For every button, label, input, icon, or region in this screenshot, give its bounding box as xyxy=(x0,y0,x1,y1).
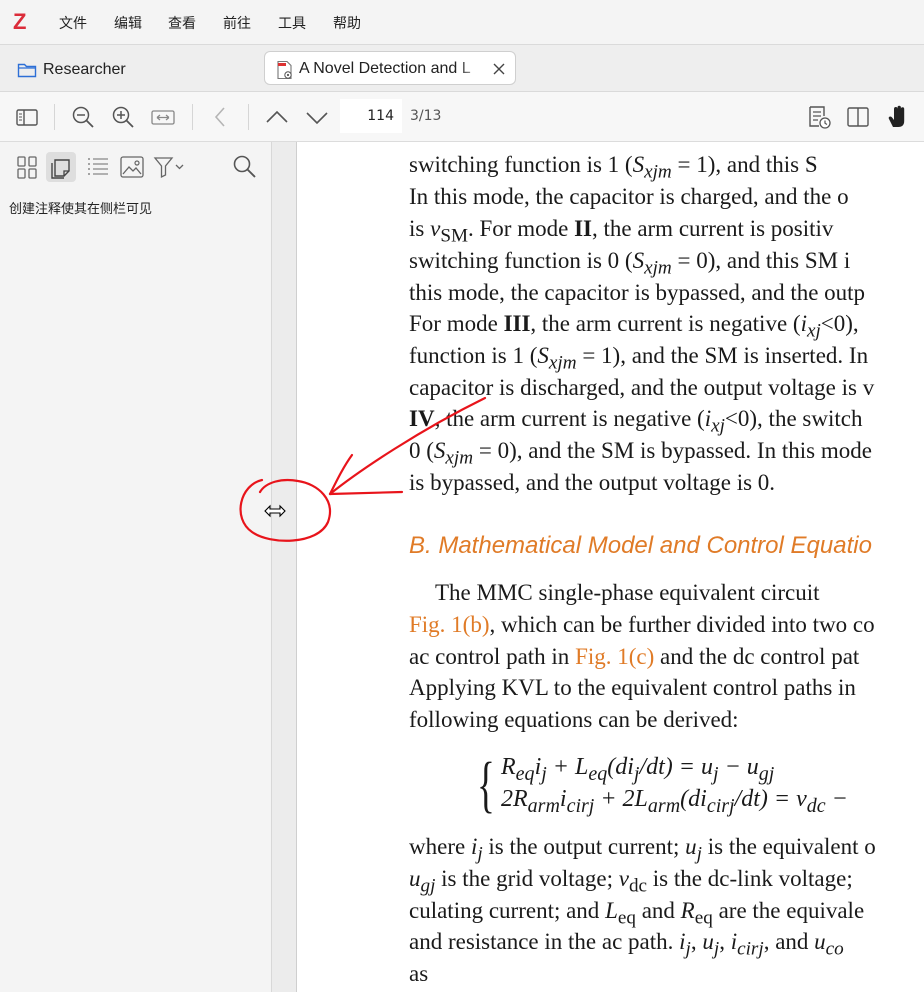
reader-toolbar: 3/13 xyxy=(0,92,924,142)
equation-line: 2Rarmicirj + 2Larm(dicirj/dt) = vdc − xyxy=(501,786,848,817)
zotero-logo: Z xyxy=(13,9,27,34)
tab-document[interactable]: A Novel Detection and L xyxy=(264,51,516,85)
previous-page-icon[interactable] xyxy=(264,104,290,130)
annotations-sidebar: 创建注释使其在侧栏可见 xyxy=(0,142,272,992)
close-icon[interactable] xyxy=(493,63,505,75)
figure-link[interactable]: Fig. 1(c) xyxy=(575,644,654,669)
resize-cursor-icon xyxy=(264,504,286,518)
tab-bar: Researcher A Novel Detection and L xyxy=(0,44,924,92)
pdf-page-view[interactable]: switching function is 1 (Sxjm = 1), and … xyxy=(297,142,924,992)
outline-icon[interactable] xyxy=(83,152,113,182)
text-line: as xyxy=(409,961,429,986)
text-line: following equations can be derived: xyxy=(409,707,739,732)
text-line: ugj is the grid voltage; vdc is the dc-l… xyxy=(409,866,853,897)
reading-history-icon[interactable] xyxy=(806,104,832,130)
tab-library[interactable]: Researcher xyxy=(17,59,126,81)
text-line: culating current; and Leq and Req are th… xyxy=(409,898,865,929)
menu-bar: Z 文件 编辑 查看 前往 工具 帮助 xyxy=(0,0,924,44)
text-line: The MMC single-phase equivalent circuit xyxy=(435,580,820,605)
page-count: 3/13 xyxy=(410,108,442,124)
fit-width-icon[interactable] xyxy=(150,104,176,130)
thumbnails-icon[interactable] xyxy=(12,152,42,182)
toggle-sidebar-icon[interactable] xyxy=(14,104,40,130)
text-line: and resistance in the ac path. ij, uj, i… xyxy=(409,929,844,960)
text-line: Fig. 1(b), which can be further divided … xyxy=(409,612,875,637)
text-line: In this mode, the capacitor is charged, … xyxy=(409,184,849,209)
menu-view[interactable]: 查看 xyxy=(168,13,196,33)
text-line: Applying KVL to the equivalent control p… xyxy=(409,675,856,700)
toolbar-separator xyxy=(54,104,55,130)
text-line: where ij is the output current; uj is th… xyxy=(409,834,876,865)
section-heading: B. Mathematical Model and Control Equati… xyxy=(409,532,872,559)
next-page-icon[interactable] xyxy=(304,104,330,130)
sidebar-splitter[interactable] xyxy=(272,142,297,992)
menu-go[interactable]: 前往 xyxy=(223,13,251,33)
text-line: ac control path in Fig. 1(c) and the dc … xyxy=(409,644,860,669)
text-line: IV, the arm current is negative (ixj<0),… xyxy=(409,406,863,437)
tab-document-label: A Novel Detection and L xyxy=(299,60,471,77)
folder-icon xyxy=(17,63,37,78)
image-annotation-icon[interactable] xyxy=(117,152,147,182)
menu-edit[interactable]: 编辑 xyxy=(114,13,142,33)
toolbar-separator xyxy=(192,104,193,130)
menu-tools[interactable]: 工具 xyxy=(278,13,306,33)
toolbar-separator xyxy=(248,104,249,130)
text-line: 0 (Sxjm = 0), and the SM is bypassed. In… xyxy=(409,438,872,469)
text-line: capacitor is discharged, and the output … xyxy=(409,375,875,400)
hand-tool-icon[interactable] xyxy=(885,104,911,130)
text-line: function is 1 (Sxjm = 1), and the SM is … xyxy=(409,343,869,374)
annotations-icon[interactable] xyxy=(46,152,76,182)
text-line: this mode, the capacitor is bypassed, an… xyxy=(409,280,866,305)
text-line: switching function is 0 (Sxjm = 0), and … xyxy=(409,248,851,279)
back-icon[interactable] xyxy=(208,104,234,130)
menu-help[interactable]: 帮助 xyxy=(333,13,361,33)
equation-brace: { xyxy=(477,751,495,819)
text-line: is bypassed, and the output voltage is 0… xyxy=(409,470,776,495)
figure-link[interactable]: Fig. 1(b) xyxy=(409,612,490,637)
pdf-file-icon xyxy=(277,60,292,80)
search-icon[interactable] xyxy=(230,152,260,182)
zoom-in-icon[interactable] xyxy=(110,104,136,130)
text-line: switching function is 1 (Sxjm = 1), and … xyxy=(409,152,818,183)
filter-icon[interactable] xyxy=(152,152,186,182)
text-line: For mode III, the arm current is negativ… xyxy=(409,311,859,342)
split-view-icon[interactable] xyxy=(845,104,871,130)
zoom-out-icon[interactable] xyxy=(70,104,96,130)
tab-library-label: Researcher xyxy=(43,61,126,78)
page-number-input[interactable] xyxy=(340,99,402,133)
menu-file[interactable]: 文件 xyxy=(59,13,87,33)
equation-line: Reqij + Leq(dij/dt) = uj − ugj xyxy=(501,754,775,785)
text-line: is vSM. For mode II, the arm current is … xyxy=(409,216,834,247)
sidebar-empty-hint: 创建注释使其在侧栏可见 xyxy=(9,202,153,217)
